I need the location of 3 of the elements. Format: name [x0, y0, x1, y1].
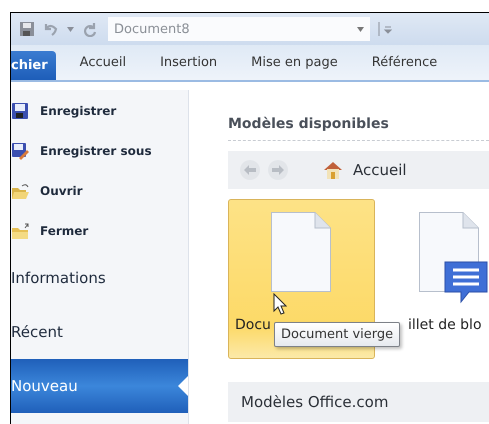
- section-header: Modèles Office.com: [228, 382, 489, 422]
- tooltip: Document vierge: [274, 322, 400, 347]
- section-title: Modèles disponibles: [228, 116, 489, 141]
